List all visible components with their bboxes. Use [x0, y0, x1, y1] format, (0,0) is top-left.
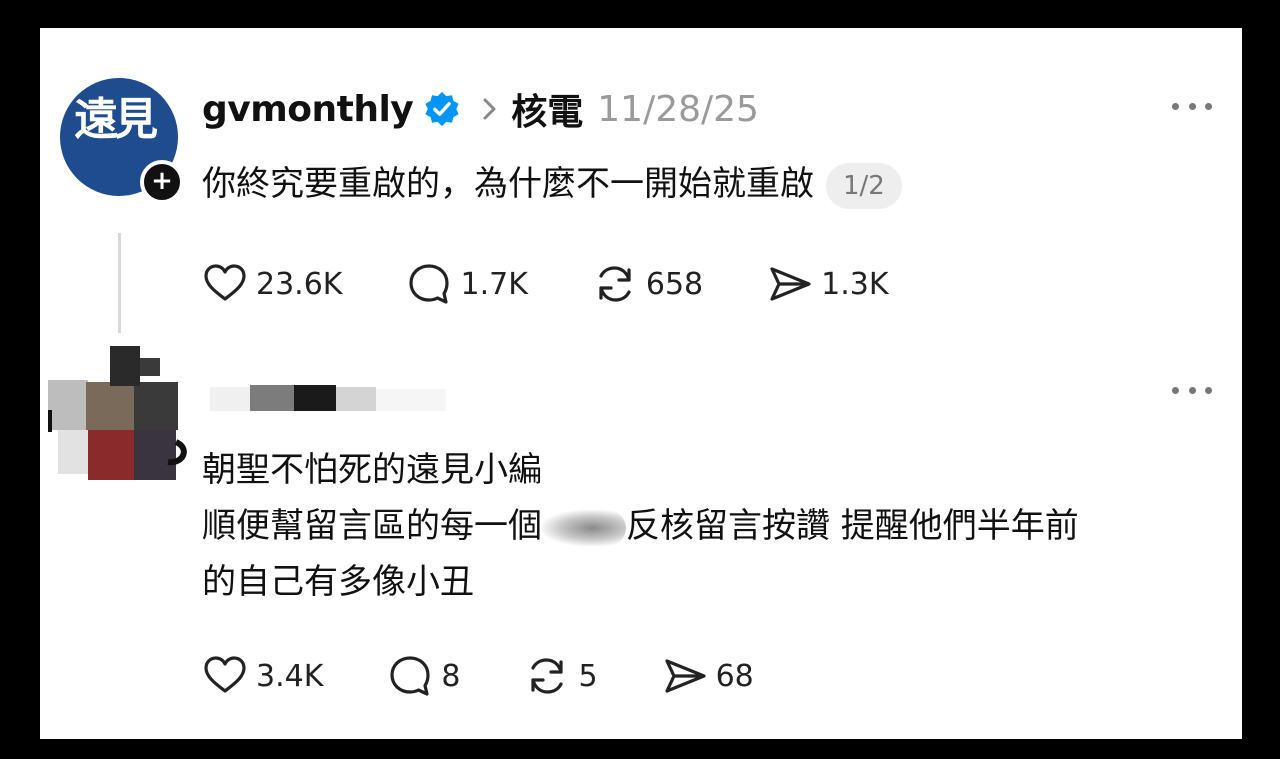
repost-icon — [599, 266, 631, 302]
comment-count: 1.7K — [460, 266, 528, 302]
share-icon — [770, 267, 811, 301]
pixelated-username[interactable] — [210, 383, 460, 413]
redacted-text — [542, 509, 626, 546]
plus-icon: + — [151, 166, 173, 196]
like-count: 3.4K — [256, 658, 324, 694]
share-button[interactable]: 1.3K — [767, 261, 889, 307]
repost-count: 658 — [645, 266, 704, 302]
like-button[interactable]: 3.4K — [202, 653, 323, 699]
topic-tag[interactable]: 核電 — [511, 83, 583, 135]
comment-button[interactable]: 1.7K — [406, 261, 528, 307]
comment-icon — [390, 656, 430, 696]
repost-button[interactable]: 658 — [592, 261, 703, 307]
share-count: 1.3K — [821, 266, 889, 302]
comment-count: 8 — [441, 658, 461, 694]
more-dots-icon[interactable] — [1172, 384, 1212, 396]
share-count: 68 — [715, 658, 754, 694]
post-date: 11/28/25 — [597, 88, 759, 130]
follow-button[interactable]: + — [140, 160, 184, 204]
post-header: gvmonthly 核電 11/28/25 — [202, 84, 759, 134]
page-badge[interactable]: 1/2 — [826, 162, 902, 209]
share-button[interactable]: 68 — [662, 653, 754, 699]
thread-card: 遠見 + gvmonthly 核電 11/28/25 你終究要重啟的，為什麼不一… — [40, 28, 1242, 739]
post-body: 你終究要重啟的，為什麼不一開始就重啟 — [202, 164, 814, 204]
repost-count: 5 — [578, 658, 598, 694]
like-button[interactable]: 23.6K — [202, 261, 342, 307]
comment-button[interactable]: 8 — [387, 653, 460, 699]
reply-text: 朝聖不怕死的遠見小編 順便幫留言區的每一個 反核留言按讚 提醒他們半年前 的自己有… — [202, 442, 1079, 610]
reply-line-2-end: 反核留言按讚 提醒他們半年前 — [626, 506, 1079, 546]
reply-line-2: 順便幫留言區的每一個 反核留言按讚 提醒他們半年前 — [202, 498, 1079, 554]
heart-icon — [204, 656, 246, 693]
reply-line-3: 的自己有多像小丑 — [202, 562, 474, 602]
repost-button[interactable]: 5 — [524, 653, 598, 699]
heart-icon — [204, 264, 246, 301]
post-actions: 23.6K 1.7K 658 1.3K — [202, 262, 889, 306]
more-dots-icon[interactable] — [1172, 100, 1212, 112]
repost-icon — [531, 658, 564, 694]
thread-line — [118, 233, 121, 333]
avatar-logo: 遠見 — [74, 94, 158, 145]
verified-badge-icon — [425, 91, 459, 127]
like-count: 23.6K — [256, 266, 343, 302]
share-icon — [664, 659, 706, 693]
reply-line-2-start: 順便幫留言區的每一個 — [202, 506, 542, 546]
reply-actions: 3.4K 8 5 68 — [202, 654, 754, 698]
reply-line-1: 朝聖不怕死的遠見小編 — [202, 450, 542, 490]
pixelated-avatar[interactable] — [48, 338, 188, 488]
comment-icon — [409, 264, 450, 304]
chevron-right-icon — [483, 98, 496, 120]
username[interactable]: gvmonthly — [202, 89, 414, 130]
post-text: 你終究要重啟的，為什麼不一開始就重啟 1/2 — [202, 160, 902, 209]
